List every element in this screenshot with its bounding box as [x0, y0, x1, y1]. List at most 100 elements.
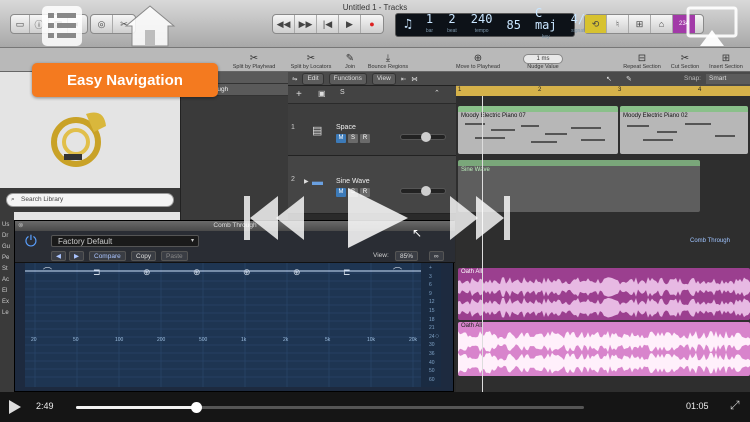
library-category-item[interactable]: St	[2, 264, 14, 275]
lcd-tempo2: 85	[506, 18, 521, 32]
nudge-value-tool[interactable]: 1 ms Nudge Value	[510, 48, 576, 72]
go-to-start-icon[interactable]: |◀	[317, 15, 339, 33]
mute-button[interactable]: M	[336, 134, 346, 143]
pointer-tool-icon[interactable]: ↖	[606, 75, 612, 83]
insert-icon: ⊞	[721, 53, 731, 64]
synth-icon: ▤	[312, 125, 323, 137]
home-icon[interactable]	[122, 2, 178, 50]
catch-icon[interactable]: ⇤	[401, 75, 406, 83]
library-category-item[interactable]: Ac	[2, 275, 14, 286]
bounce-tool[interactable]: ⤓ Bounce Regions	[364, 48, 412, 72]
view-zoom-select[interactable]: 85%	[395, 251, 419, 261]
video-playbar: 2:49 01:05 ⤢	[0, 392, 750, 422]
eq-band-handle[interactable]: ⌒	[43, 267, 52, 277]
eq-band-handle[interactable]: ⊕	[293, 267, 301, 277]
repeat-section-tool[interactable]: ⊟ Repeat Section	[620, 48, 664, 72]
cut-section-tool[interactable]: ✂ Cut Section	[668, 48, 702, 72]
eq-band-handle[interactable]: ⌒	[393, 267, 402, 277]
split-playhead-tool[interactable]: ✂ Split by Playhead	[232, 48, 276, 72]
progress-thumb[interactable]	[190, 402, 202, 413]
eq-band-handle[interactable]: ⊐	[93, 267, 101, 277]
eq-band-handle[interactable]: ⊕	[193, 267, 201, 277]
folder-icon[interactable]: ▣	[318, 89, 326, 98]
progress-track[interactable]	[76, 402, 584, 413]
paste-button[interactable]: Paste	[161, 251, 188, 261]
add-track-icon[interactable]: +	[296, 89, 302, 100]
freq-label: 20k	[409, 337, 418, 343]
tuner-icon[interactable]: ♮	[607, 15, 629, 33]
mixer-icon[interactable]: ◎	[91, 15, 113, 33]
library-category-item[interactable]: Dr	[2, 231, 14, 242]
copy-button[interactable]: Copy	[131, 251, 157, 261]
airplay-icon[interactable]	[686, 6, 738, 48]
power-icon[interactable]: ⏻	[25, 233, 37, 250]
eq-band-handle[interactable]: ⊕	[143, 267, 151, 277]
play-icon[interactable]: ▶	[339, 15, 361, 33]
fullscreen-icon[interactable]: ⤢	[730, 398, 740, 413]
db-label: 12	[429, 299, 435, 306]
flex-icon[interactable]: ⋈	[411, 75, 418, 83]
cycle-icon[interactable]: ⟲	[585, 15, 607, 33]
fast-forward-icon[interactable]: ▶▶	[295, 15, 317, 33]
transport-group: ◀◀ ▶▶ |◀ ▶ ●	[272, 14, 384, 34]
library-category-item[interactable]: Pe	[2, 253, 14, 264]
library-view-icon[interactable]: ▭	[11, 15, 31, 33]
lcd-display[interactable]: ♫ 1 bar 2 beat 240 tempo 85 C maj key 4/4 sig…	[395, 7, 592, 40]
library-category-item[interactable]: Ex	[2, 297, 14, 308]
alignment-icon[interactable]: ⇋	[292, 75, 297, 83]
solo-button[interactable]: S	[348, 134, 358, 143]
volume-knob[interactable]	[421, 132, 431, 142]
split-locators-tool[interactable]: ✂ Split by Locators	[286, 48, 336, 72]
track-number: 1	[291, 124, 295, 131]
library-search-input[interactable]: ⌕ Search Library	[6, 193, 174, 207]
eq-band-handle[interactable]: ⊕	[243, 267, 251, 277]
comb-through-label: Comb Through	[690, 238, 730, 244]
eq-band-handle[interactable]: ⊏	[343, 267, 351, 277]
skip-back-icon[interactable]	[244, 196, 304, 240]
metronome-icon[interactable]: ⌂	[651, 15, 673, 33]
scissors-icon: ✂	[306, 53, 316, 64]
join-tool[interactable]: ✎ Join	[340, 48, 360, 72]
nudge-stepper[interactable]: 1 ms	[523, 54, 563, 64]
audio-region[interactable]: Oath All	[458, 322, 750, 376]
eq-graph[interactable]: 20 50 100 200 500 1k 2k 5k 10k 20k ⌒ ⊐ ⊕ ⊕ ⊕ ⊕ ⊏ ⌒	[25, 263, 421, 387]
record-arm-button[interactable]: R	[360, 134, 370, 143]
insert-section-tool[interactable]: ⊞ Insert Section	[704, 48, 748, 72]
library-category-item[interactable]: Gu	[2, 242, 14, 253]
midi-region[interactable]: Moody Electric Piano 02	[620, 106, 748, 154]
skip-forward-icon[interactable]	[450, 196, 510, 240]
snap-select[interactable]: Smart	[706, 74, 750, 84]
library-category-item[interactable]: El	[2, 286, 14, 297]
close-icon[interactable]: ⊗	[18, 221, 23, 231]
link-icon[interactable]: ∞	[429, 251, 444, 261]
pencil-tool-icon[interactable]: ✎	[626, 75, 632, 83]
compare-button[interactable]: Compare	[89, 251, 126, 261]
easy-navigation-banner[interactable]: Easy Navigation	[32, 63, 218, 97]
move-playhead-tool[interactable]: ⊕ Move to Playhead	[452, 48, 504, 72]
track-row[interactable]: 1 ▤ Space M S R	[288, 104, 456, 156]
volume-slider[interactable]	[400, 132, 446, 142]
preset-select[interactable]: Factory Default ▾	[51, 235, 199, 247]
output-knob-icon[interactable]: ○	[435, 333, 439, 340]
menu-list-icon[interactable]	[42, 4, 82, 48]
audio-region[interactable]: Oath All	[458, 268, 750, 320]
play-button[interactable]	[8, 400, 22, 414]
collapse-icon[interactable]: ⌃	[434, 89, 440, 97]
library-category-item[interactable]: Le	[2, 308, 14, 319]
timeline-ruler[interactable]: 1 2 3 4	[456, 86, 750, 96]
ruler-mark: 1	[458, 87, 462, 93]
previous-preset-button[interactable]: ◀	[51, 251, 66, 261]
view-menu[interactable]: View	[371, 72, 396, 85]
rewind-icon[interactable]: ◀◀	[273, 15, 295, 33]
disclosure-icon[interactable]: ▶	[304, 178, 309, 185]
play-overlay-icon[interactable]	[348, 188, 408, 248]
library-category-item[interactable]: Us	[2, 220, 14, 231]
db-label: 9	[429, 290, 432, 297]
next-preset-button[interactable]: ▶	[69, 251, 84, 261]
record-icon[interactable]: ●	[361, 15, 383, 33]
s-button[interactable]: S	[340, 89, 345, 96]
functions-menu[interactable]: Functions	[328, 72, 367, 85]
edit-menu[interactable]: Edit	[302, 72, 324, 85]
solo-icon[interactable]: ⊞	[629, 15, 651, 33]
db-label: 3	[429, 273, 432, 280]
